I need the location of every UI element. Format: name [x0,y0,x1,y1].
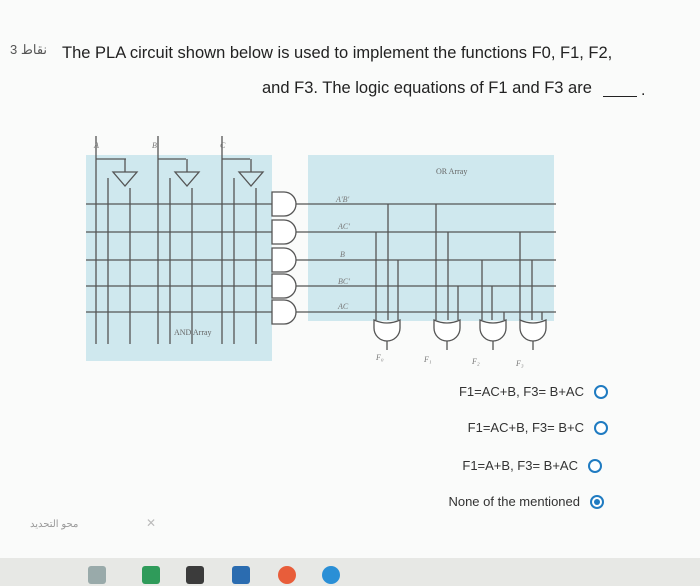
question-text-line1: The PLA circuit shown below is used to i… [62,44,613,62]
clear-icon[interactable]: ✕ [146,516,156,530]
app-icon-4[interactable] [232,566,250,584]
app-icon-6[interactable] [322,566,340,584]
app-icon-3[interactable] [186,566,204,584]
input-label-a: A [93,141,99,150]
and-array-label: AND Array [174,328,212,337]
option-2[interactable]: F1=AC+B, F3= B+C [468,420,608,435]
pla-circuit-diagram: A B C A'B' AC' B BC' AC F₀ F₁ F₂ F₃ OR A… [86,136,556,368]
term-label-4: BC' [338,277,350,286]
output-label-f1: F₁ [423,355,432,364]
output-label-f3: F₃ [515,359,524,368]
question-text-line2: and F3. The logic equations of F1 and F3… [262,79,592,97]
app-icon-2[interactable] [142,566,160,584]
input-label-b: B [152,141,157,150]
clear-selection-link[interactable]: محو التحديد [30,519,78,530]
option-3-label: F1=A+B, F3= B+AC [462,458,578,473]
term-label-2: AC' [337,222,350,231]
option-4-label: None of the mentioned [448,494,580,509]
answer-period: . [641,82,646,99]
output-label-f2: F₂ [471,357,480,366]
or-array-panel [308,155,554,321]
question-card: 3 نقاط The PLA circuit shown below is us… [0,0,700,560]
option-4-radio[interactable] [590,494,604,509]
option-2-label: F1=AC+B, F3= B+C [467,420,584,435]
app-icon-5[interactable] [278,566,296,584]
input-label-c: C [220,141,226,150]
output-label-f0: F₀ [375,353,384,362]
term-label-3: B [340,250,345,259]
option-1-label: F1=AC+B, F3= B+AC [458,384,584,399]
option-3[interactable]: F1=A+B, F3= B+AC [462,458,602,473]
answer-blank [603,96,637,97]
points-label: 3 نقاط [10,42,48,57]
option-3-radio[interactable] [588,458,602,473]
app-icon-1[interactable] [88,566,106,584]
or-array-label: OR Array [436,167,467,176]
option-1-radio[interactable] [594,384,608,399]
term-label-1: A'B' [335,195,349,204]
option-4[interactable]: None of the mentioned [448,494,604,509]
option-2-radio[interactable] [594,420,608,435]
option-1[interactable]: F1=AC+B, F3= B+AC [459,384,608,399]
term-label-5: AC [337,302,349,311]
